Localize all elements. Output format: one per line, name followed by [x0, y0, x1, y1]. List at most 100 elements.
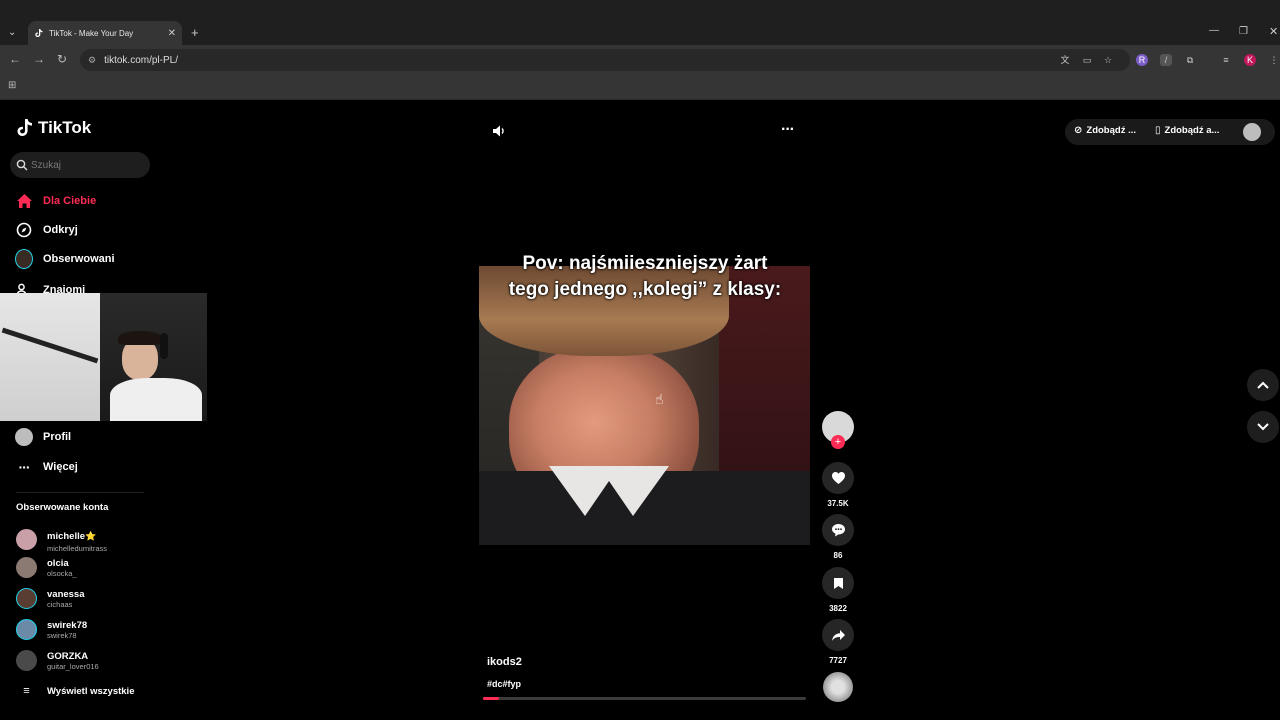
previous-video-button[interactable] [1247, 369, 1279, 401]
compass-icon [15, 221, 33, 239]
search-input[interactable]: Szukaj [10, 152, 150, 178]
extension-icon[interactable]: / [1160, 54, 1172, 66]
browser-menu-icon[interactable]: ⋮ [1268, 54, 1280, 66]
video-hashtags[interactable]: #dc#fyp [487, 679, 521, 689]
logo-text: TikTok [38, 118, 92, 137]
get-coins-button[interactable]: ⊘ Zdobądź ... [1074, 125, 1136, 136]
following-avatar-icon [15, 249, 33, 269]
music-disc-icon [823, 672, 853, 702]
nav-more[interactable]: ··· Więcej [15, 458, 78, 476]
nav-label: Dla Ciebie [43, 195, 97, 207]
comment-button[interactable]: 86 [822, 514, 854, 560]
search-placeholder: Szukaj [31, 159, 62, 171]
followed-account[interactable]: olcia olsocka_ [16, 557, 77, 578]
share-icon [822, 619, 854, 651]
tab-close-icon[interactable]: ✕ [168, 28, 176, 39]
see-all-label: Wyświetl wszystkie [47, 685, 135, 697]
search-icon [16, 159, 28, 171]
divider [16, 492, 144, 493]
like-button[interactable]: 37.5K [822, 462, 854, 508]
comment-count: 86 [833, 551, 843, 560]
nav-profile[interactable]: Profil [15, 428, 71, 446]
reading-list-icon[interactable]: ≡ [1220, 54, 1232, 66]
tab-search-icon[interactable]: ⌄ [8, 27, 16, 38]
video-author[interactable]: ikods2 [487, 656, 522, 668]
bookmark-star-icon[interactable]: ☆ [1102, 54, 1114, 66]
phone-icon: ▯ [1155, 125, 1161, 136]
avatar [16, 557, 37, 578]
back-icon[interactable]: ← [9, 52, 21, 66]
follow-plus-icon[interactable]: + [831, 435, 845, 449]
site-info-icon[interactable]: ⚙ [88, 55, 96, 66]
followed-account[interactable]: michelle⭐ michelledumitrass [16, 526, 107, 553]
browser-tab-strip: ⌄ TikTok - Make Your Day ✕ + — ❐ ✕ [0, 0, 1280, 45]
button-label: Zdobądź ... [1086, 125, 1136, 136]
see-all-link[interactable]: ≡ Wyświetl wszystkie [16, 685, 134, 697]
browser-tab[interactable]: TikTok - Make Your Day ✕ [28, 21, 182, 45]
nav-label: Odkryj [43, 224, 78, 236]
minimize-icon[interactable]: — [1209, 25, 1219, 36]
extension-icon[interactable]: R [1136, 54, 1148, 66]
account-handle: swirek78 [47, 630, 77, 640]
video-options-icon[interactable]: ··· [781, 121, 795, 139]
address-bar[interactable]: ⚙ tiktok.com/pl-PL/ [80, 49, 1130, 71]
reload-icon[interactable]: ↻ [57, 52, 67, 66]
comment-icon [822, 514, 854, 546]
followed-account[interactable]: swirek78 swirek78 [16, 619, 87, 640]
heart-icon [822, 462, 854, 494]
cast-icon[interactable]: ▭ [1081, 54, 1093, 66]
nav-explore[interactable]: Odkryj [15, 221, 78, 239]
video-caption-overlay: Pov: najśmiieszniejszy żart tego jednego… [470, 251, 820, 303]
button-label: Zdobądź a... [1164, 125, 1220, 136]
volume-icon[interactable] [492, 124, 506, 143]
tab-title: TikTok - Make Your Day [49, 28, 134, 38]
star-icon: ⭐ [85, 531, 97, 541]
account-handle: olsocka_ [47, 568, 77, 578]
chevron-down-icon [1257, 423, 1269, 431]
creator-avatar-button[interactable]: + [822, 411, 854, 449]
video-progress-bar[interactable] [483, 697, 806, 700]
followed-account[interactable]: GORZKA guitar_lover016 [16, 650, 99, 671]
save-button[interactable]: 3822 [822, 567, 854, 613]
like-count: 37.5K [827, 499, 849, 508]
nav-for-you[interactable]: Dla Ciebie [15, 192, 96, 210]
account-name: GORZKA [47, 650, 89, 662]
tiktok-logo-icon [17, 119, 32, 136]
url-text: tiktok.com/pl-PL/ [104, 54, 178, 66]
avatar [16, 650, 37, 671]
account-name: olcia [47, 557, 69, 569]
share-button[interactable]: 7727 [822, 619, 854, 665]
coin-icon: ⊘ [1074, 125, 1083, 136]
nav-following[interactable]: Obserwowani [15, 249, 115, 269]
account-name: michelle [47, 531, 86, 542]
new-tab-icon[interactable]: + [191, 25, 199, 40]
caption-line: tego jednego ,,kolegi” z klasy: [508, 279, 782, 300]
followed-account[interactable]: vanessa cichaas [16, 588, 85, 609]
get-app-button[interactable]: ▯ Zdobądź a... [1155, 125, 1219, 136]
user-avatar-icon[interactable] [1243, 123, 1261, 141]
account-handle: guitar_lover016 [47, 661, 99, 671]
restore-icon[interactable]: ❐ [1239, 26, 1248, 37]
next-video-button[interactable] [1247, 411, 1279, 443]
webcam-overlay [0, 293, 207, 421]
avatar [16, 619, 37, 640]
forward-icon[interactable]: → [33, 52, 45, 66]
profile-avatar-icon[interactable]: K [1244, 54, 1256, 66]
video-player[interactable] [479, 266, 810, 545]
extensions-puzzle-icon[interactable]: ⧉ [1184, 54, 1196, 66]
more-dots-icon: ··· [18, 459, 31, 475]
save-count: 3822 [829, 604, 847, 613]
sound-disc[interactable] [822, 672, 854, 702]
apps-grid-icon[interactable]: ⊞ [8, 80, 16, 91]
nav-label: Więcej [43, 461, 78, 473]
home-icon [15, 192, 33, 210]
chevron-up-icon [1257, 381, 1269, 389]
bookmark-icon [822, 567, 854, 599]
translate-icon[interactable]: 文 [1059, 54, 1071, 66]
list-icon: ≡ [23, 685, 30, 697]
share-count: 7727 [829, 656, 847, 665]
following-accounts-title: Obserwowane konta [16, 502, 109, 513]
tiktok-logo[interactable]: TikTok [16, 118, 91, 138]
window-close-icon[interactable]: ✕ [1269, 25, 1278, 38]
account-handle: cichaas [47, 599, 73, 609]
